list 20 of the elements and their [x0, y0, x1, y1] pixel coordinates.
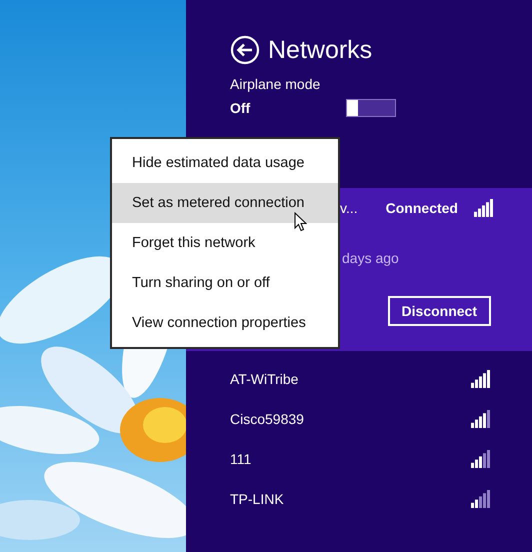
signal-icon	[471, 410, 490, 428]
airplane-mode-toggle[interactable]	[346, 99, 396, 117]
signal-icon	[471, 450, 490, 468]
panel-title: Networks	[268, 36, 372, 64]
disconnect-button[interactable]: Disconnect	[388, 296, 491, 326]
network-item[interactable]: TP-LINK	[186, 479, 532, 519]
connection-status: Connected	[386, 200, 459, 216]
network-item[interactable]: AT-WiTribe	[186, 359, 532, 399]
usage-detail: days ago	[342, 250, 399, 266]
airplane-mode-label: Airplane mode	[229, 75, 322, 92]
airplane-mode-state: Off	[230, 100, 252, 116]
network-item[interactable]: 111	[186, 439, 532, 479]
signal-icon	[471, 490, 490, 508]
signal-icon	[474, 199, 493, 217]
signal-icon	[471, 370, 490, 388]
back-icon[interactable]	[230, 35, 260, 65]
menu-item[interactable]: Set as metered connection	[112, 183, 338, 223]
cursor-icon	[294, 212, 307, 232]
network-item[interactable]: Cisco59839	[186, 399, 532, 439]
network-name: v...	[340, 200, 358, 216]
